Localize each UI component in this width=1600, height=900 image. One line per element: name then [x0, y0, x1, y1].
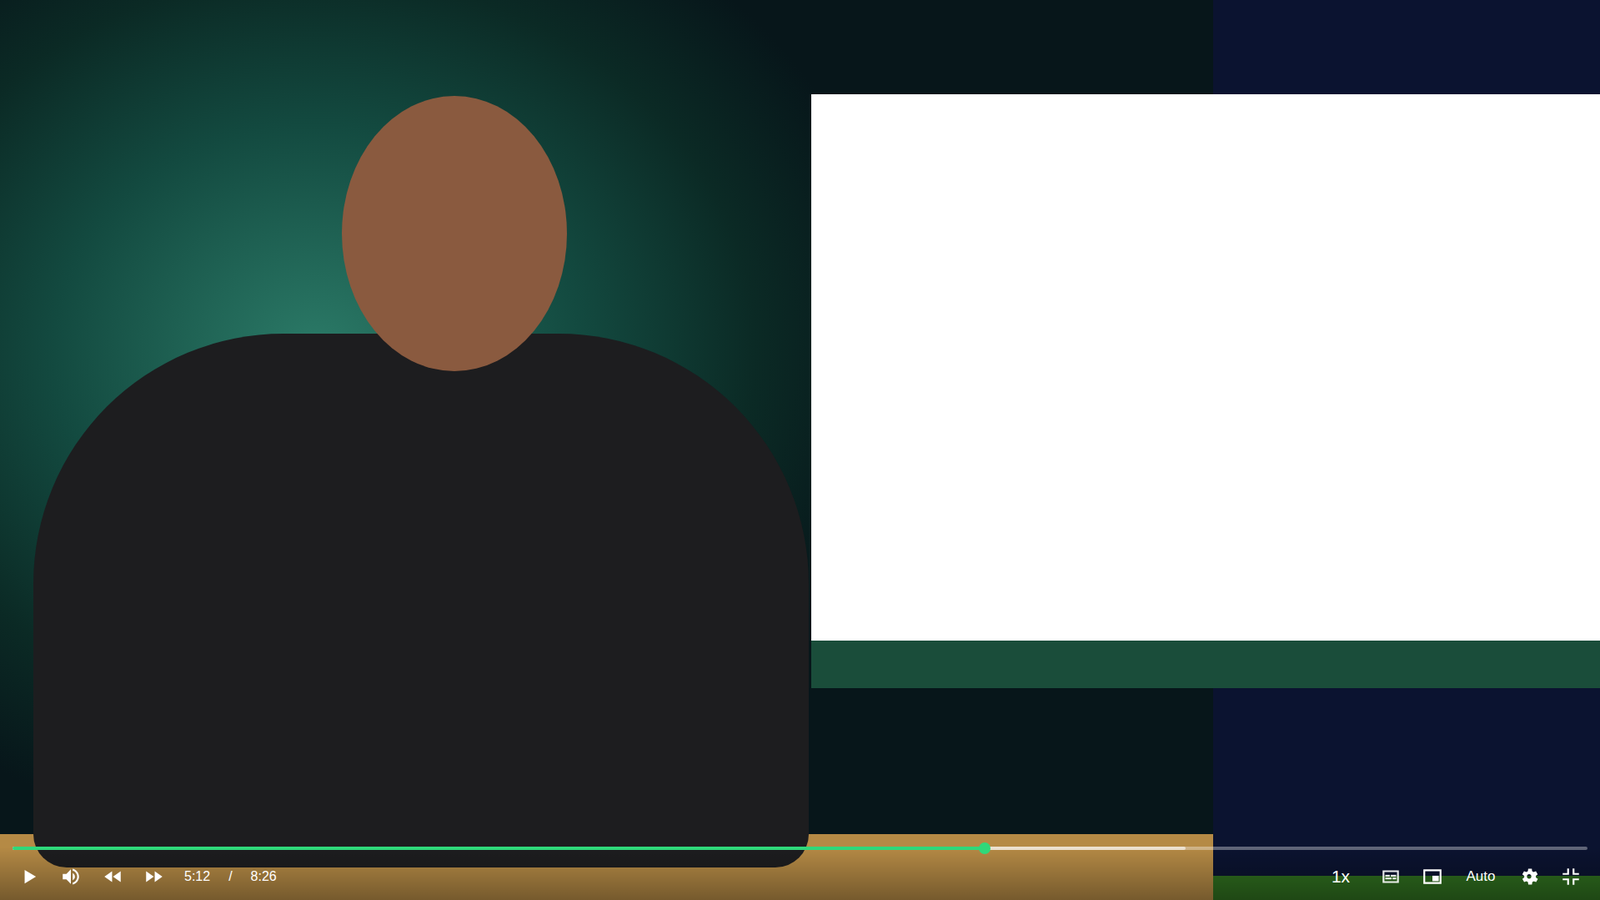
time-separator: / [223, 868, 237, 884]
play-icon [18, 865, 41, 888]
right-controls: 1x Auto [1315, 859, 1588, 893]
rewind-button[interactable] [95, 859, 130, 893]
fast-forward-icon [143, 865, 166, 888]
duration: 8:26 [245, 868, 282, 884]
rewind-icon [101, 865, 124, 888]
progress-fill [12, 846, 985, 850]
picture-in-picture-button[interactable] [1415, 859, 1450, 893]
exit-fullscreen-icon [1559, 865, 1582, 888]
speed-button[interactable]: 1x [1315, 859, 1366, 893]
gear-icon [1518, 865, 1540, 888]
video-player[interactable]: 5:12 / 8:26 1x Auto [0, 0, 1600, 900]
play-button[interactable] [12, 859, 46, 893]
quality-button[interactable]: Auto [1457, 859, 1505, 893]
captions-button[interactable] [1374, 859, 1408, 893]
picture-in-picture-icon [1421, 865, 1444, 888]
captions-icon [1379, 865, 1402, 888]
volume-button[interactable] [54, 859, 88, 893]
control-row: 5:12 / 8:26 1x Auto [12, 857, 1588, 895]
settings-button[interactable] [1512, 859, 1546, 893]
video-frame[interactable] [0, 0, 1600, 900]
progress-handle[interactable] [978, 842, 991, 854]
fullscreen-button[interactable] [1554, 859, 1588, 893]
control-bar: 5:12 / 8:26 1x Auto [0, 846, 1600, 900]
progress-track[interactable] [12, 846, 1588, 850]
forward-button[interactable] [137, 859, 171, 893]
volume-icon [60, 865, 82, 888]
left-controls: 5:12 / 8:26 [12, 859, 282, 893]
current-time: 5:12 [179, 868, 216, 884]
